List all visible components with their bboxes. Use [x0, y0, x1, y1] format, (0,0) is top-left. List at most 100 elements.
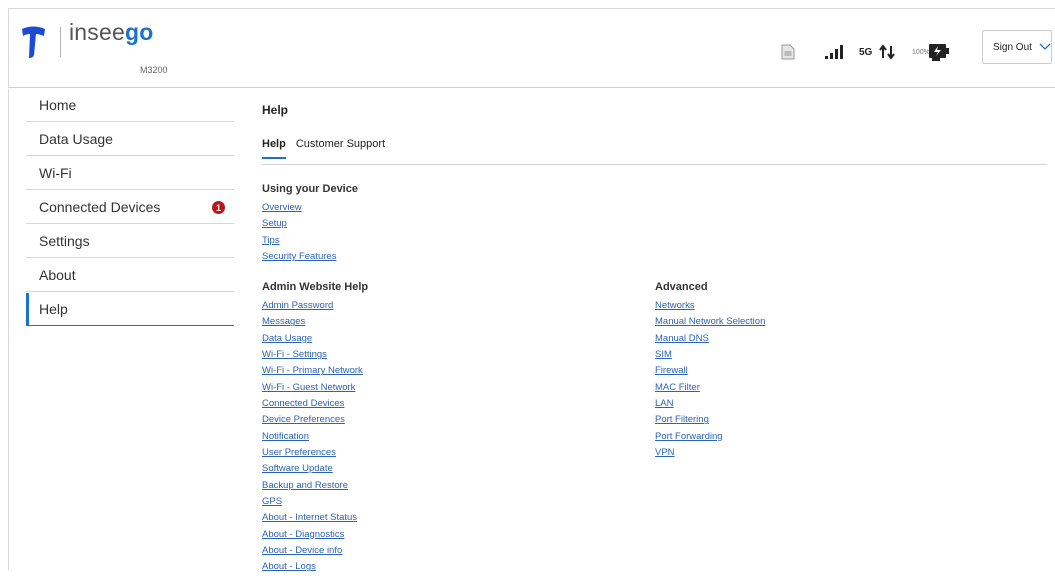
list-item: About - Device info [262, 543, 363, 559]
help-link[interactable]: Wi-Fi - Guest Network [262, 382, 355, 393]
tab-divider [262, 164, 1047, 165]
sidebar-item-about[interactable]: About [26, 259, 234, 292]
list-item: MAC Filter [655, 380, 765, 396]
help-link[interactable]: About - Logs [262, 561, 316, 572]
help-link[interactable]: VPN [655, 447, 675, 458]
help-link[interactable]: About - Diagnostics [262, 529, 344, 540]
help-link[interactable]: Wi-Fi - Settings [262, 349, 327, 360]
help-link[interactable]: Port Forwarding [655, 431, 723, 442]
list-item: Wi-Fi - Settings [262, 347, 363, 363]
list-item: Data Usage [262, 331, 363, 347]
list-item: Port Filtering [655, 412, 765, 428]
list-item: SIM [655, 347, 765, 363]
list-item: Security Features [262, 249, 336, 265]
help-link[interactable]: Tips [262, 235, 280, 246]
help-link[interactable]: Firewall [655, 365, 688, 376]
help-link[interactable]: About - Internet Status [262, 512, 357, 523]
list-item: About - Diagnostics [262, 527, 363, 543]
help-link[interactable]: SIM [655, 349, 672, 360]
list-item: Connected Devices [262, 396, 363, 412]
help-link[interactable]: MAC Filter [655, 382, 700, 393]
help-link[interactable]: Admin Password [262, 300, 333, 311]
help-link[interactable]: User Preferences [262, 447, 336, 458]
help-link[interactable]: Networks [655, 300, 695, 311]
chevron-down-icon [1039, 43, 1051, 51]
help-link[interactable]: Device Preferences [262, 414, 345, 425]
list-item: Wi-Fi - Guest Network [262, 380, 363, 396]
list-item: Admin Password [262, 298, 363, 314]
tab-help[interactable]: Help [262, 138, 286, 159]
logo-divider [60, 27, 61, 57]
list-item: Software Update [262, 461, 363, 477]
sidebar-nav: Home Data Usage Wi-Fi Connected Devices … [26, 89, 234, 327]
list-item: Notification [262, 429, 363, 445]
section-heading-advanced: Advanced [655, 281, 708, 293]
notification-badge: 1 [212, 201, 225, 214]
help-link[interactable]: Software Update [262, 463, 333, 474]
sidebar-item-help[interactable]: Help [26, 293, 234, 326]
sidebar-item-home[interactable]: Home [26, 89, 234, 122]
help-link[interactable]: Data Usage [262, 333, 312, 344]
list-item: Backup and Restore [262, 478, 363, 494]
page-title: Help [262, 103, 289, 117]
brand-logo: inseego [69, 19, 154, 45]
telstra-logo-icon [22, 26, 45, 58]
list-item: About - Logs [262, 559, 363, 575]
list-item: Firewall [655, 363, 765, 379]
help-link[interactable]: Security Features [262, 251, 336, 262]
sidebar-item-wifi[interactable]: Wi-Fi [26, 157, 234, 190]
help-link[interactable]: Backup and Restore [262, 480, 348, 491]
help-link[interactable]: Setup [262, 218, 287, 229]
list-item: User Preferences [262, 445, 363, 461]
help-link[interactable]: Port Filtering [655, 414, 709, 425]
help-link[interactable]: Manual DNS [655, 333, 709, 344]
section-heading-using-device: Using your Device [262, 183, 358, 195]
sim-icon [781, 42, 795, 62]
sidebar-item-label: Home [39, 97, 77, 113]
list-item: Setup [262, 216, 336, 232]
sidebar-item-data-usage[interactable]: Data Usage [26, 123, 234, 156]
network-type-label: 5G [859, 46, 873, 58]
data-transfer-icon [879, 42, 895, 62]
section-heading-admin-help: Admin Website Help [262, 281, 369, 293]
help-link[interactable]: Notification [262, 431, 309, 442]
signal-strength-icon [823, 42, 849, 62]
help-link[interactable]: LAN [655, 398, 673, 409]
sidebar-item-label: Connected Devices [39, 199, 161, 215]
sign-out-button[interactable]: Sign Out [982, 30, 1052, 64]
sign-out-label: Sign Out [993, 41, 1032, 53]
help-link[interactable]: Messages [262, 316, 305, 327]
sidebar-item-label: Help [39, 301, 68, 317]
list-item: Manual DNS [655, 331, 765, 347]
list-item: Wi-Fi - Primary Network [262, 363, 363, 379]
sidebar-item-connected-devices[interactable]: Connected Devices 1 [26, 191, 234, 224]
help-link[interactable]: GPS [262, 496, 282, 507]
admin-help-links: Admin Password Messages Data Usage Wi-Fi - … [262, 298, 363, 576]
list-item: Device Preferences [262, 412, 363, 428]
list-item: GPS [262, 494, 363, 510]
list-item: Tips [262, 233, 336, 249]
sidebar-item-settings[interactable]: Settings [26, 225, 234, 258]
help-link[interactable]: Connected Devices [262, 398, 344, 409]
list-item: Manual Network Selection [655, 314, 765, 330]
help-link[interactable]: Manual Network Selection [655, 316, 765, 327]
left-border [8, 89, 9, 570]
sidebar-item-label: Settings [39, 233, 90, 249]
list-item: About - Internet Status [262, 510, 363, 526]
help-link[interactable]: Overview [262, 202, 302, 213]
tab-customer-support[interactable]: Customer Support [296, 138, 385, 159]
using-device-links: Overview Setup Tips Security Features [262, 200, 336, 265]
battery-charging-icon [928, 42, 950, 62]
list-item: VPN [655, 445, 765, 461]
device-model: M3200 [140, 65, 168, 75]
advanced-links: Networks Manual Network Selection Manual D… [655, 298, 765, 461]
top-header: inseego M3200 [8, 8, 1055, 88]
help-link[interactable]: About - Device info [262, 545, 342, 556]
sidebar-item-label: About [39, 267, 76, 283]
help-link[interactable]: Wi-Fi - Primary Network [262, 365, 363, 376]
list-item: LAN [655, 396, 765, 412]
list-item: Port Forwarding [655, 429, 765, 445]
sidebar-item-label: Data Usage [39, 131, 113, 147]
list-item: Messages [262, 314, 363, 330]
list-item: Networks [655, 298, 765, 314]
